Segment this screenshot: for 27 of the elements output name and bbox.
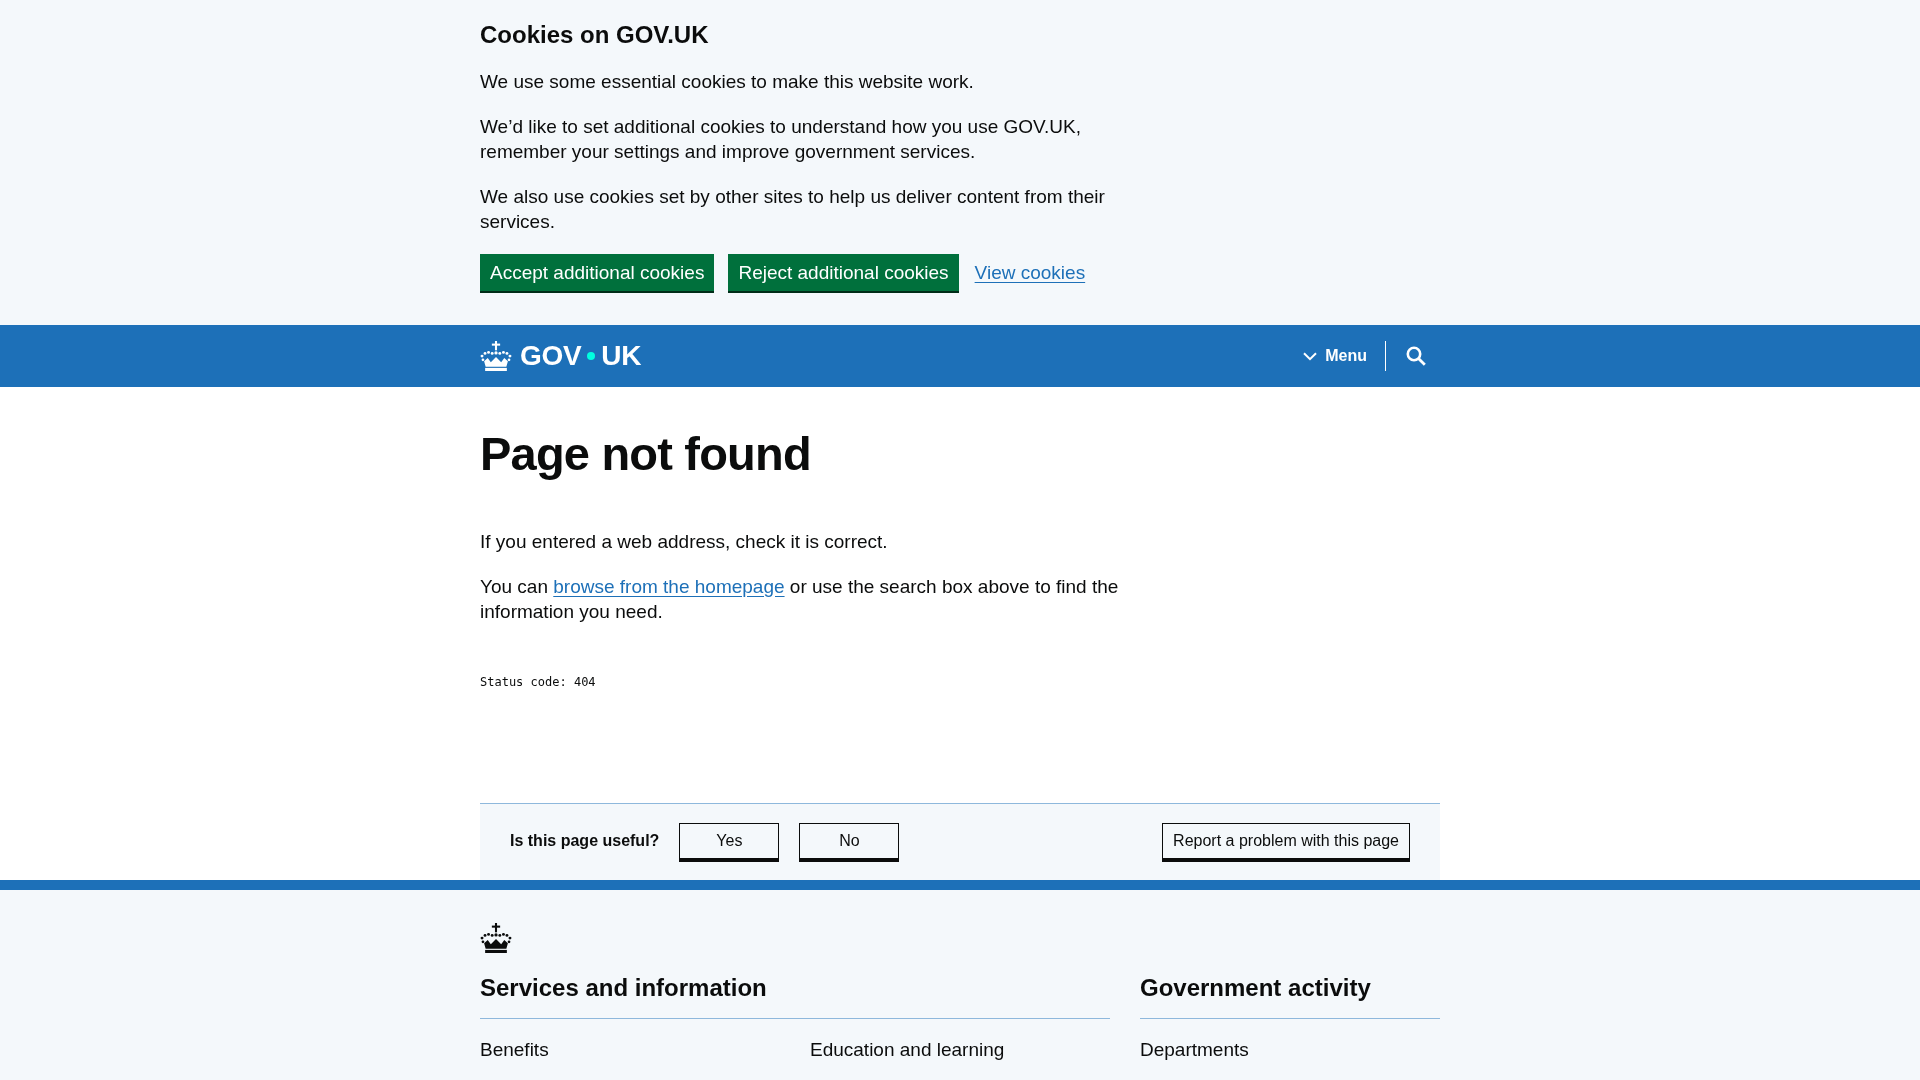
logo-link[interactable]: GOV UK — [480, 341, 642, 371]
answer-button[interactable]: No — [799, 822, 900, 859]
cookie-choice-button[interactable]: Accept additional cookies — [480, 254, 715, 291]
dot-icon — [587, 352, 596, 360]
search-icon — [1406, 346, 1426, 366]
answer-button[interactable]: Yes — [679, 822, 780, 859]
cookie-banner-text: We’d like to set additional cookies to understand how you use GOV.UK, remember your settings and improve government services. — [480, 115, 1082, 164]
cookie-banner-text: We also use cookies set by other sites to help us deliver content from their services. — [480, 185, 1106, 234]
cookie-banner-title: Cookies on GOV.UK — [480, 21, 710, 49]
page-title: Page not found — [480, 429, 812, 479]
cookie-choice-button[interactable]: Reject additional cookies — [728, 254, 959, 291]
footer-link[interactable]: Education and learning — [810, 1037, 1005, 1062]
crown-icon — [480, 923, 512, 953]
menu-button[interactable]: Menu — [1303, 342, 1367, 370]
report-problem-button[interactable]: Report a problem with this page — [1162, 822, 1410, 859]
body-text: You can browse from the homepage or use the search box above to find the information you need. — [480, 575, 1120, 624]
status-code-text: Status code: 404 — [480, 674, 597, 690]
cookie-link[interactable]: View cookies — [974, 260, 1086, 285]
body-text: If you entered a web address, check it is correct. — [480, 530, 889, 554]
homepage-link[interactable]: browse from the homepage — [553, 576, 785, 597]
feedback-question: Is this page useful? — [510, 830, 660, 851]
footer-link[interactable]: Departments — [1140, 1037, 1249, 1062]
crown-icon — [480, 341, 512, 371]
cookie-banner-text: We use some essential cookies to make this website work. — [480, 70, 975, 94]
footer-heading: Government activity — [1140, 973, 1440, 1019]
footer-link[interactable]: Benefits — [480, 1037, 549, 1062]
footer-heading: Services and information — [480, 973, 1110, 1019]
